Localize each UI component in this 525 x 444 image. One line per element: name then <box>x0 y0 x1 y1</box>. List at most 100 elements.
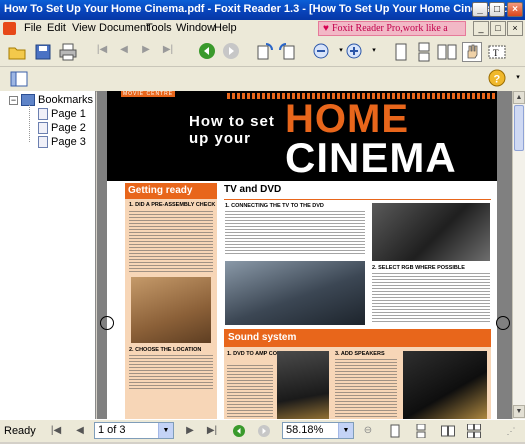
doc-close-button[interactable]: × <box>507 21 523 36</box>
first-page-icon[interactable]: |◀ <box>92 44 112 64</box>
page-number-select[interactable]: 1 of 3 ▼ <box>94 422 174 439</box>
print-icon[interactable] <box>58 42 78 62</box>
doc-minimize-button[interactable]: _ <box>473 21 489 36</box>
single-page-icon[interactable] <box>391 42 411 62</box>
section-sound-system: Sound system <box>224 329 491 347</box>
status-zoom-out-icon[interactable]: ⊖ <box>360 423 376 439</box>
section-tv-dvd: TV and DVD <box>224 184 282 195</box>
resize-grip-icon[interactable]: ⋰ <box>503 423 519 439</box>
pdf-page[interactable]: MOVIE CENTRE How to set up your HOME CIN… <box>107 91 497 419</box>
promo-banner[interactable]: ♥Foxit Reader Pro,work like a pro! <box>318 21 466 48</box>
chevron-down-icon[interactable]: ▼ <box>158 423 173 438</box>
status-bar: Ready |◀ ◀ 1 of 3 ▼ ▶ ▶| 58.18% ▼ ⊖ ⋰ <box>0 419 525 442</box>
menu-view[interactable]: View <box>72 22 96 34</box>
status-prev-page-icon[interactable]: ◀ <box>72 423 88 439</box>
title-bar: How To Set Up Your Home Cinema.pdf - Fox… <box>0 0 525 20</box>
status-back-icon[interactable] <box>231 423 247 439</box>
bookmark-page-3[interactable]: Page 3 <box>38 136 86 150</box>
next-page-icon[interactable]: ▶ <box>136 44 156 64</box>
menu-document[interactable]: Document <box>99 22 149 34</box>
rotate-right-icon[interactable] <box>278 42 298 62</box>
bookmark-page-2[interactable]: Page 2 <box>38 122 86 136</box>
status-first-page-icon[interactable]: |◀ <box>48 423 64 439</box>
heart-icon: ♥ <box>323 23 329 34</box>
status-forward-icon[interactable] <box>256 423 272 439</box>
body-text-block <box>129 355 213 389</box>
bookmark-label: Page 1 <box>51 108 86 120</box>
zoom-select[interactable]: 58.18% ▼ <box>282 422 354 439</box>
status-continuous-icon[interactable] <box>413 423 429 439</box>
svg-text:T: T <box>493 48 499 58</box>
scroll-thumb[interactable] <box>514 105 524 151</box>
body-text-block <box>225 211 365 255</box>
menu-tools[interactable]: Tools <box>146 22 172 34</box>
photo-cable-connection <box>372 203 490 261</box>
maximize-button[interactable]: □ <box>489 2 505 17</box>
magazine-header: MOVIE CENTRE How to set up your HOME CIN… <box>107 91 497 181</box>
menu-window[interactable]: Window <box>176 22 215 34</box>
app-logo-icon[interactable] <box>3 22 16 35</box>
section-rule <box>224 199 491 200</box>
status-continuous-facing-icon[interactable] <box>466 423 482 439</box>
status-facing-icon[interactable] <box>440 423 456 439</box>
help-icon[interactable]: ? <box>487 69 507 89</box>
zoom-in-dropdown-icon[interactable]: ▾ <box>364 46 384 66</box>
page-icon <box>38 136 48 149</box>
hand-tool-icon[interactable] <box>462 42 482 62</box>
zoom-value: 58.18% <box>286 424 324 436</box>
section-getting-ready: Getting ready <box>125 183 217 199</box>
forward-icon[interactable] <box>221 42 241 62</box>
prev-page-icon[interactable]: ◀ <box>114 44 134 64</box>
zoom-out-icon[interactable] <box>312 42 332 62</box>
body-text-block <box>372 273 490 323</box>
photo-av-sockets <box>225 261 365 325</box>
doc-restore-button[interactable]: □ <box>490 21 506 36</box>
status-next-page-icon[interactable]: ▶ <box>182 423 198 439</box>
zoom-in-icon[interactable] <box>345 42 365 62</box>
bookmarks-root-label: Bookmarks <box>38 94 94 106</box>
bookmarks-root[interactable]: Bookmarks <box>21 94 93 108</box>
back-icon[interactable] <box>197 42 217 62</box>
rotate-left-icon[interactable] <box>254 42 274 62</box>
menu-help[interactable]: Help <box>214 22 237 34</box>
menu-edit[interactable]: Edit <box>47 22 66 34</box>
status-single-page-icon[interactable] <box>387 423 403 439</box>
last-page-icon[interactable]: ▶| <box>158 44 178 64</box>
headline-cinema: CINEMA <box>285 134 457 181</box>
svg-text:?: ? <box>494 74 501 86</box>
status-text: Ready <box>4 425 36 437</box>
continuous-page-icon[interactable] <box>414 42 434 62</box>
bookmark-label: Page 3 <box>51 136 86 148</box>
body-text-block <box>335 359 397 419</box>
open-icon[interactable] <box>7 42 27 62</box>
subhead-choose-location: 2. CHOOSE THE LOCATION <box>129 347 202 353</box>
collapse-toggle[interactable]: − <box>9 96 18 105</box>
status-last-page-icon[interactable]: ▶| <box>204 423 220 439</box>
vertical-scrollbar[interactable]: ▲ ▼ <box>512 91 525 419</box>
subhead-select-rgb: 2. SELECT RGB WHERE POSSIBLE <box>372 265 465 271</box>
bookmark-page-1[interactable]: Page 1 <box>38 108 86 122</box>
show-bookmarks-icon[interactable] <box>9 69 29 89</box>
minimize-button[interactable]: _ <box>472 2 488 17</box>
scroll-down-icon[interactable]: ▼ <box>513 405 525 418</box>
help-dropdown-icon[interactable]: ▾ <box>508 73 525 93</box>
bookmark-label: Page 2 <box>51 122 86 134</box>
body-text-block <box>129 211 213 273</box>
chevron-down-icon[interactable]: ▼ <box>338 423 353 438</box>
subhead-connecting: 1. CONNECTING THE TV TO THE DVD <box>225 203 324 209</box>
select-text-icon[interactable]: T <box>487 42 507 62</box>
close-button[interactable]: × <box>507 2 523 17</box>
facing-pages-icon[interactable] <box>437 42 457 62</box>
document-view[interactable]: MOVIE CENTRE How to set up your HOME CIN… <box>97 91 512 419</box>
headline-small: How to set up your <box>189 113 275 147</box>
main-toolbar: |◀ ◀ ▶ ▶| ▾ ▾ T <box>0 38 525 100</box>
photo-speaker-cables <box>403 351 487 419</box>
page-icon <box>38 108 48 121</box>
subhead-add-speakers: 3. ADD SPEAKERS <box>335 351 385 357</box>
window-title: How To Set Up Your Home Cinema.pdf - Fox… <box>4 3 517 15</box>
header-tag: MOVIE CENTRE <box>121 91 176 97</box>
crop-mark-right <box>496 316 510 330</box>
save-icon[interactable] <box>33 42 53 62</box>
scroll-up-icon[interactable]: ▲ <box>513 91 525 104</box>
menu-file[interactable]: File <box>24 22 42 34</box>
